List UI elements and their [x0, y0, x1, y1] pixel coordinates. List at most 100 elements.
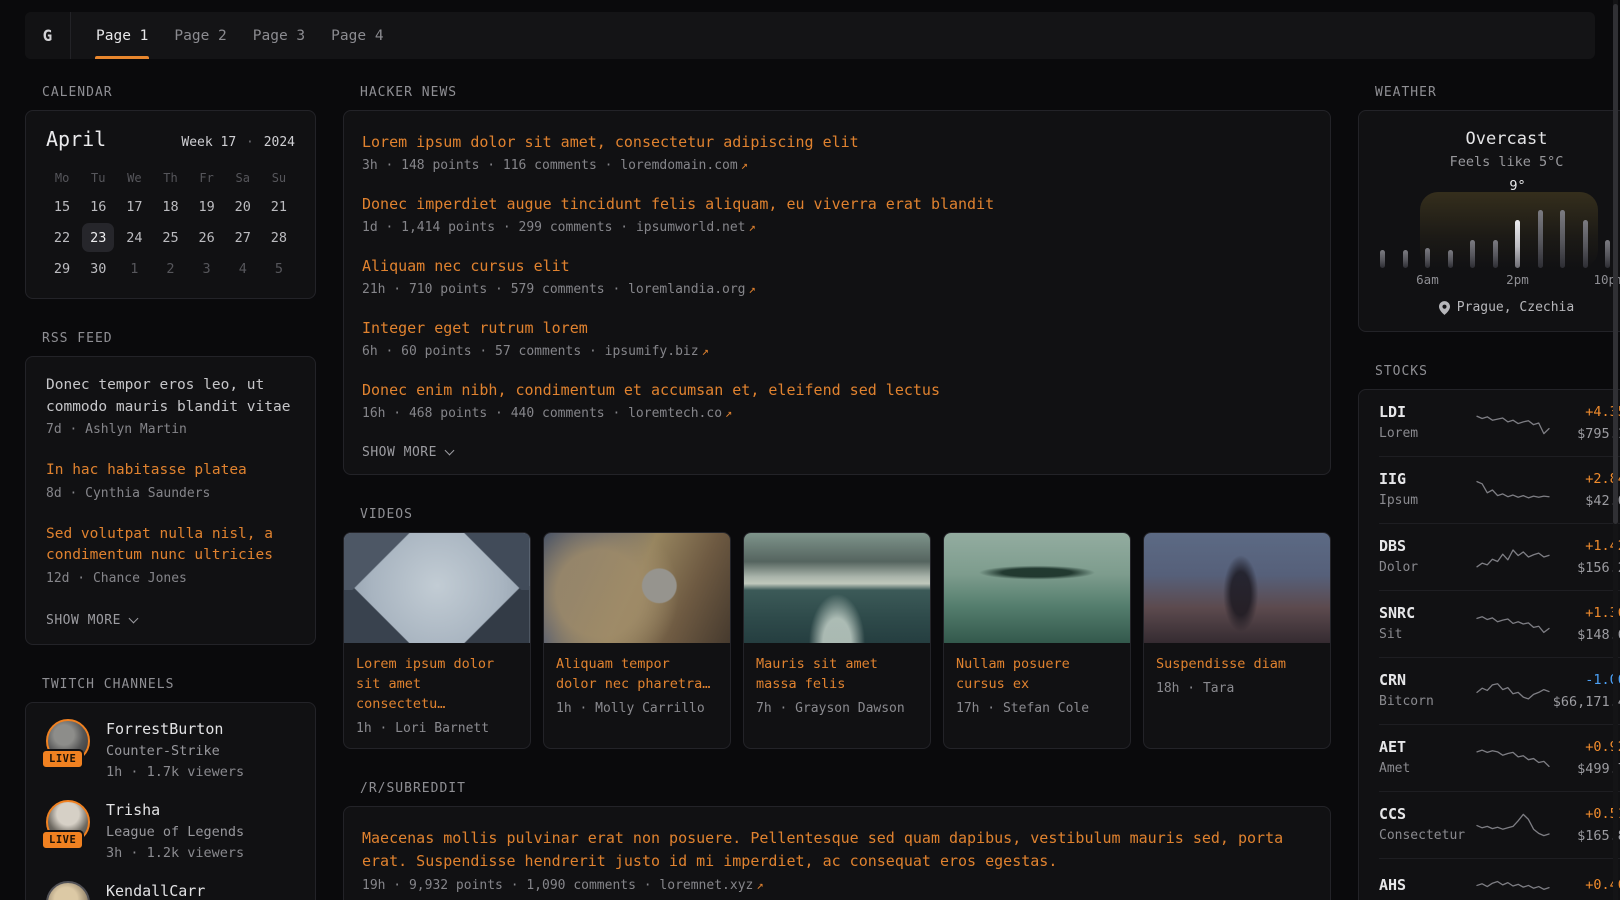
scrollbar-thumb[interactable]: [1613, 4, 1618, 524]
video-meta: 7h · Grayson Dawson: [756, 701, 918, 716]
hn-item: Lorem ipsum dolor sit amet, consectetur …: [362, 131, 1312, 176]
topbar: G Page 1 Page 2 Page 3 Page 4: [25, 12, 1595, 59]
stock-ticker: IIG: [1379, 469, 1475, 489]
stock-row[interactable]: IIGIpsum +2.84%$42.04: [1379, 456, 1620, 523]
right-column: WEATHER Overcast Feels like 5°C 9° 6am 2…: [1358, 85, 1620, 900]
calendar-card: April Week 17 · 2024 Mo Tu We Th Fr Sa S…: [25, 110, 316, 299]
stock-row[interactable]: SNRCSit +1.36%$148.64: [1379, 590, 1620, 657]
hn-item-domain[interactable]: loremtech.co: [628, 406, 722, 421]
videos-row: Lorem ipsum dolor sit amet consectetu… 1…: [343, 532, 1331, 749]
calendar-widget-label: CALENDAR: [42, 85, 316, 100]
video-title[interactable]: Nullam posuere cursus ex: [956, 654, 1118, 694]
channel-game: League of Legends: [106, 822, 244, 842]
day-cell: 15: [44, 191, 80, 222]
video-title[interactable]: Lorem ipsum dolor sit amet consectetu…: [356, 654, 518, 714]
stock-row[interactable]: CRNBitcorn -1.00%$66,171.48: [1379, 657, 1620, 724]
temp-bar: [1380, 250, 1385, 268]
rss-item-title[interactable]: In hac habitasse platea: [46, 460, 295, 482]
subreddit-post-domain[interactable]: loremnet.xyz: [659, 878, 753, 893]
day-cell: 17: [116, 191, 152, 222]
video-title[interactable]: Suspendisse diam: [1156, 654, 1318, 674]
stock-sparkline: [1476, 810, 1550, 840]
time-label-6am: 6am: [1416, 272, 1439, 287]
subreddit-post-meta: 19h · 9,932 points · 1,090 comments · lo…: [362, 875, 1312, 896]
tab-page-3[interactable]: Page 3: [240, 12, 318, 59]
hn-item-title[interactable]: Donec enim nibh, condimentum et accumsan…: [362, 379, 1312, 401]
hn-item-domain[interactable]: ipsumify.biz: [605, 344, 699, 359]
video-card[interactable]: Aliquam tempor dolor nec pharetra… 1h · …: [543, 532, 731, 749]
external-link-arrow-icon: ↗: [756, 878, 763, 892]
day-header-sa: Sa: [225, 165, 261, 191]
video-thumbnail-canoe-on-lake[interactable]: [944, 533, 1130, 643]
video-title[interactable]: Aliquam tempor dolor nec pharetra…: [556, 654, 718, 694]
twitch-channel[interactable]: KendallCarr: [46, 881, 295, 900]
time-axis: 6am 2pm 10pm: [1379, 272, 1620, 290]
rss-show-more-button[interactable]: SHOW MORE: [46, 613, 137, 628]
video-card[interactable]: Lorem ipsum dolor sit amet consectetu… 1…: [343, 532, 531, 749]
video-card[interactable]: Mauris sit amet massa felis 7h · Grayson…: [743, 532, 931, 749]
hn-item-meta: 3h · 148 points · 116 comments · loremdo…: [362, 155, 1312, 176]
stock-change: +2.84%: [1550, 469, 1620, 489]
hn-item-domain[interactable]: loremlandia.org: [628, 282, 745, 297]
video-card[interactable]: Suspendisse diam 18h · Tara: [1143, 532, 1331, 749]
day-cell: 19: [189, 191, 225, 222]
hn-item-title[interactable]: Lorem ipsum dolor sit amet, consectetur …: [362, 131, 1312, 153]
hn-item-meta: 16h · 468 points · 440 comments · loremt…: [362, 403, 1312, 424]
video-card[interactable]: Nullam posuere cursus ex 17h · Stefan Co…: [943, 532, 1131, 749]
calendar-week-label: Week 17 · 2024: [181, 135, 295, 150]
stock-change: +0.46%: [1550, 875, 1620, 895]
rss-item-meta: 12d · Chance Jones: [46, 569, 295, 589]
hn-item: Donec enim nibh, condimentum et accumsan…: [362, 379, 1312, 424]
stock-name: Consectetur: [1379, 827, 1475, 845]
videos-widget: VIDEOS Lorem ipsum dolor sit amet consec…: [343, 507, 1331, 749]
rss-item-title[interactable]: Sed volutpat nulla nisl, a condimentum n…: [46, 524, 295, 567]
temp-bar: [1448, 250, 1453, 268]
video-body: Nullam posuere cursus ex 17h · Stefan Co…: [944, 643, 1130, 728]
tab-page-4[interactable]: Page 4: [318, 12, 396, 59]
live-badge: LIVE: [41, 830, 84, 850]
temp-bar: [1493, 240, 1498, 268]
subreddit-post-title[interactable]: Maecenas mollis pulvinar erat non posuer…: [362, 827, 1312, 873]
calendar-grid: Mo Tu We Th Fr Sa Su 15 16 17 18 19 20 2…: [44, 165, 297, 284]
twitch-channel[interactable]: LIVE ForrestBurton Counter-Strike 1h · 1…: [46, 719, 295, 782]
hn-item-title[interactable]: Integer eget rutrum lorem: [362, 317, 1312, 339]
tab-page-1[interactable]: Page 1: [83, 12, 161, 59]
day-cell: 26: [189, 222, 225, 253]
temp-bar: [1470, 240, 1475, 268]
video-title[interactable]: Mauris sit amet massa felis: [756, 654, 918, 694]
day-header-th: Th: [152, 165, 188, 191]
hn-item-domain[interactable]: loremdomain.com: [620, 158, 737, 173]
temperature-bars: [1379, 180, 1620, 268]
day-cell: 22: [44, 222, 80, 253]
channel-game: Counter-Strike: [106, 741, 244, 761]
stock-price: $499.72: [1550, 760, 1620, 778]
rss-item: Sed volutpat nulla nisl, a condimentum n…: [46, 524, 295, 589]
stock-row[interactable]: LDILorem +4.35%$795.18: [1379, 390, 1620, 456]
weather-widget-label: WEATHER: [1375, 85, 1620, 100]
video-thumbnail-sea-boat-wake[interactable]: [744, 533, 930, 643]
hn-show-more-button[interactable]: SHOW MORE: [362, 445, 453, 460]
hn-item-title[interactable]: Donec imperdiet augue tincidunt felis al…: [362, 193, 1312, 215]
video-thumbnail-concrete-pillars-sky[interactable]: [344, 533, 530, 643]
stock-row[interactable]: AETAmet +0.92%$499.72: [1379, 724, 1620, 791]
avatar-wrap: [46, 881, 90, 900]
stock-row[interactable]: AHS +0.46%: [1379, 858, 1620, 900]
calendar-year: 2024: [264, 135, 295, 150]
hn-item-meta: 21h · 710 points · 579 comments · loreml…: [362, 279, 1312, 300]
stock-row[interactable]: DBSDolor +1.42%$156.28: [1379, 523, 1620, 590]
video-thumbnail-hands-holding-camera[interactable]: [544, 533, 730, 643]
video-thumbnail-misty-figure[interactable]: [1144, 533, 1330, 643]
stock-row[interactable]: CCSConsectetur +0.51%$165.84: [1379, 791, 1620, 858]
hn-item-title[interactable]: Aliquam nec cursus elit: [362, 255, 1312, 277]
app-logo[interactable]: G: [25, 12, 71, 59]
hn-item-domain[interactable]: ipsumworld.net: [636, 220, 746, 235]
stock-price: $148.64: [1550, 626, 1620, 644]
calendar-month: April: [46, 127, 106, 151]
day-cell-next-month: 2: [152, 253, 188, 284]
tab-page-2[interactable]: Page 2: [161, 12, 239, 59]
rss-item-title[interactable]: Donec tempor eros leo, ut commodo mauris…: [46, 375, 295, 418]
rss-item: Donec tempor eros leo, ut commodo mauris…: [46, 375, 295, 440]
scrollbar[interactable]: [1613, 0, 1618, 900]
twitch-channel[interactable]: LIVE Trisha League of Legends 3h · 1.2k …: [46, 800, 295, 863]
stock-price: $156.28: [1550, 559, 1620, 577]
